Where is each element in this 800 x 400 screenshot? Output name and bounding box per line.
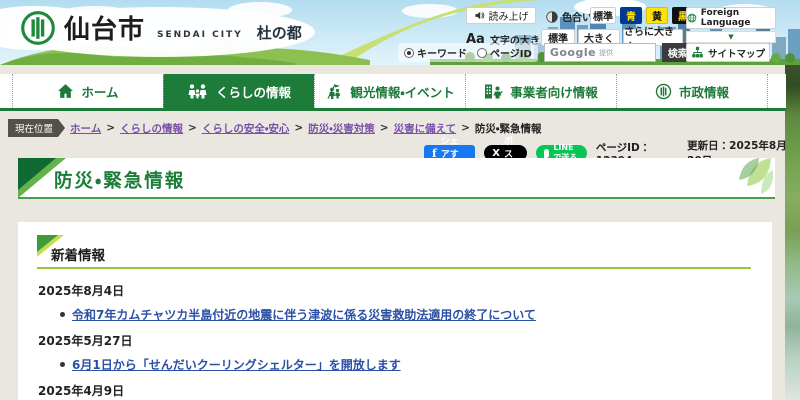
- business-building-icon: [485, 84, 504, 98]
- bullet-icon: [60, 362, 65, 367]
- site-header: 仙台市 SENDAI CITY 杜の都 読み上げ 色合い変更 標準 青 黄 黒 …: [0, 0, 800, 65]
- search-input[interactable]: Google 提供: [543, 43, 656, 62]
- city-name: 仙台市: [64, 15, 146, 45]
- news-heading-underline: [37, 267, 751, 269]
- bullet-icon: [60, 312, 65, 317]
- news-link-tsunami-relief-end[interactable]: 令和7年カムチャツカ半島付近の地震に伴う津波に係る災害救助法適用の終了について: [72, 306, 536, 323]
- nav-item-city-government[interactable]: 市政情報: [616, 74, 768, 108]
- foreign-language-button[interactable]: Foreign Language: [686, 7, 776, 29]
- tour-flag-icon: [327, 83, 341, 99]
- color-standard-button[interactable]: 標準: [590, 7, 616, 24]
- news-item: 令和7年カムチャツカ半島付近の地震に伴う津波に係る災害救助法適用の終了について: [60, 306, 536, 323]
- sitemap-button[interactable]: サイトマップ: [686, 43, 770, 62]
- news-link-cooling-shelter[interactable]: 6月1日から「せんだいクーリングシェルター」を開放します: [72, 356, 401, 373]
- city-emblem-icon: [655, 83, 672, 99]
- radio-selected-icon: [404, 47, 414, 58]
- chevron-down-icon: ▼: [728, 33, 734, 41]
- read-aloud-label: 読み上げ: [488, 12, 529, 23]
- nav-item-living-info[interactable]: くらしの情報: [163, 74, 314, 108]
- search-bar: キーワード ページID Google 提供 検索: [398, 43, 694, 62]
- family-icon: [188, 83, 207, 98]
- google-branding: Google: [549, 46, 597, 59]
- city-name-en: SENDAI CITY: [157, 29, 243, 40]
- title-band: 防災・緊急情報: [18, 158, 775, 199]
- radio-unselected-icon: [477, 47, 487, 58]
- city-logo[interactable]: 仙台市 SENDAI CITY 杜の都: [20, 9, 302, 46]
- pageid-radio[interactable]: ページID: [477, 45, 532, 60]
- color-change-icon: [546, 10, 558, 23]
- breadcrumb-link-living[interactable]: くらしの情報: [120, 121, 183, 136]
- breadcrumb-link-home[interactable]: ホーム: [70, 121, 101, 136]
- global-nav: ホーム くらしの情報 観光情報・イベント 事業者向け情報 市政情報: [0, 74, 786, 111]
- speaker-icon: [474, 11, 484, 20]
- breadcrumb-link-safety[interactable]: くらしの安全・安心: [202, 121, 290, 136]
- page-title: 防災・緊急情報: [54, 171, 186, 192]
- news-heading: 新着情報: [51, 248, 105, 264]
- keyword-radio[interactable]: キーワード: [404, 45, 467, 60]
- news-date: 2025年5月27日: [38, 334, 133, 348]
- city-tagline: 杜の都: [256, 24, 302, 42]
- current-location-badge: 現在位置: [8, 119, 65, 137]
- home-icon: [58, 83, 74, 98]
- sendai-emblem-icon: [21, 10, 55, 45]
- sitemap-icon: [692, 46, 703, 58]
- globe-icon: [687, 13, 697, 23]
- nav-item-home[interactable]: ホーム: [12, 74, 163, 108]
- color-blue-button[interactable]: 青: [620, 7, 642, 24]
- line-icon: [543, 148, 550, 158]
- news-section: 新着情報 2025年8月4日 令和7年カムチャツカ半島付近の地震に伴う津波に係る…: [18, 222, 772, 400]
- x-icon: X: [492, 147, 501, 159]
- read-aloud-button[interactable]: 読み上げ: [466, 7, 536, 24]
- news-item: 6月1日から「せんだいクーリングシェルター」を開放します: [60, 356, 401, 373]
- nav-item-business-info[interactable]: 事業者向け情報: [465, 74, 616, 108]
- breadcrumb-link-disaster[interactable]: 防災・災害対策: [308, 121, 375, 136]
- language-dropdown[interactable]: ▼: [686, 31, 776, 43]
- news-date: 2025年4月9日: [38, 384, 125, 398]
- nav-item-tourism-events[interactable]: 観光情報・イベント: [314, 74, 465, 108]
- background-photo-strip: [785, 62, 800, 400]
- color-yellow-button[interactable]: 黄: [646, 7, 668, 24]
- search-type-radios: キーワード ページID: [398, 43, 538, 62]
- news-date: 2025年8月4日: [38, 284, 125, 298]
- leaf-decoration: [739, 158, 773, 194]
